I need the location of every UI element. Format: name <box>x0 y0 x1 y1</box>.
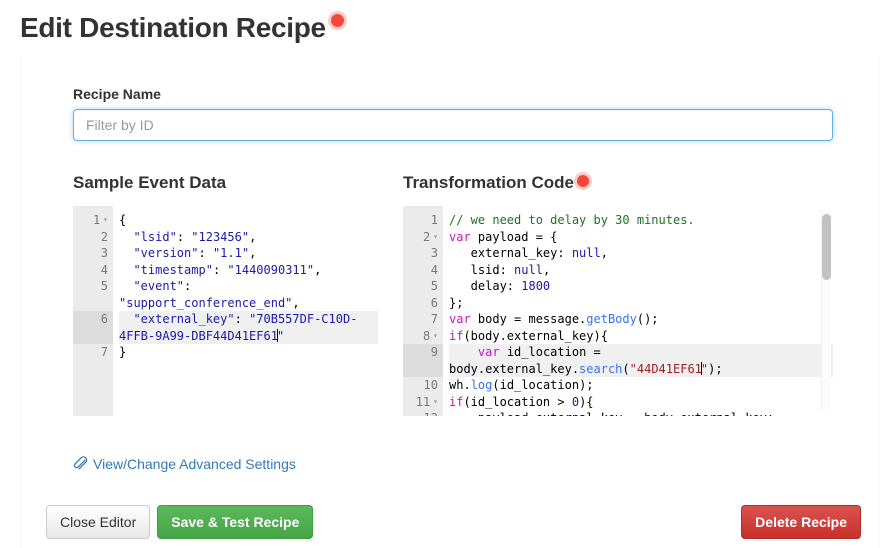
footer-right-buttons: Delete Recipe <box>741 505 861 539</box>
gutter-line-number[interactable]: 10 <box>403 377 443 394</box>
gutter-line-number[interactable]: 2 <box>403 229 443 246</box>
sample-event-gutter: 1 2 3 4 5 6 7 <box>73 206 113 416</box>
paperclip-icon <box>72 456 88 472</box>
code-line: external_key: null, <box>449 246 608 260</box>
gutter-line-number[interactable]: 11 <box>403 394 443 411</box>
code-line: lsid: null, <box>449 262 551 277</box>
code-line: payload.external_key = body.external_key… <box>449 410 833 416</box>
red-dot-icon <box>330 14 344 27</box>
gutter-line-number[interactable]: 1 <box>403 212 443 229</box>
advanced-settings-label: View/Change Advanced Settings <box>93 456 296 472</box>
code-line: { <box>119 213 127 227</box>
sample-event-data-section: Sample Event Data 1 2 3 4 5 6 7 { "lsid"… <box>73 173 378 416</box>
save-and-test-recipe-button[interactable]: Save & Test Recipe <box>157 505 314 539</box>
gutter-line-number[interactable]: 3 <box>403 245 443 262</box>
gutter-line-number[interactable]: 12 <box>403 410 443 416</box>
transformation-code-editor[interactable]: 1 2 3 4 5 6 7 8 9 10 11 12 // we need to… <box>403 206 833 416</box>
gutter-line-number[interactable]: 6 <box>403 295 443 312</box>
code-line: "lsid": "123456", <box>133 229 257 244</box>
sample-event-code-area[interactable]: { "lsid": "123456", "version": "1.1", "t… <box>113 206 378 416</box>
code-line: "event": "support_conference_end", <box>119 279 300 310</box>
gutter-line-number[interactable]: 7 <box>73 344 113 361</box>
transformation-code-area[interactable]: // we need to delay by 30 minutes. var p… <box>443 206 833 416</box>
code-line: // we need to delay by 30 minutes. <box>449 213 695 227</box>
code-line: delay: 1800 <box>449 279 551 293</box>
gutter-line-number[interactable]: 4 <box>403 262 443 279</box>
gutter-line-wrap <box>73 327 113 344</box>
code-line: }; <box>449 295 464 310</box>
gutter-line-number-active[interactable]: 6 <box>73 311 113 328</box>
red-dot-icon <box>576 175 589 187</box>
code-line: "timestamp": "1440090311", <box>133 262 322 277</box>
gutter-line-number[interactable]: 2 <box>73 229 113 246</box>
gutter-line-number[interactable]: 5 <box>403 278 443 295</box>
gutter-line-number-active[interactable]: 9 <box>403 344 443 361</box>
code-line: "version": "1.1", <box>133 246 257 260</box>
recipe-name-label: Recipe Name <box>73 86 161 102</box>
editor-scrollbar[interactable] <box>821 210 831 410</box>
gutter-line-number[interactable]: 3 <box>73 245 113 262</box>
gutter-line-wrap <box>73 295 113 312</box>
code-line: } <box>119 345 127 359</box>
transformation-code-title-text: Transformation Code <box>403 173 574 192</box>
recipe-name-input[interactable] <box>73 109 833 141</box>
code-line-active: "external_key": "70B557DF-C10D-4FFB-9A99… <box>119 311 378 344</box>
gutter-line-number[interactable]: 5 <box>73 278 113 295</box>
code-line: if(id_location > 0){ <box>449 394 594 409</box>
transformation-gutter: 1 2 3 4 5 6 7 8 9 10 11 12 <box>403 206 443 416</box>
code-line: if(body.external_key){ <box>449 328 608 343</box>
code-line: wh.log(id_location); <box>449 378 594 392</box>
gutter-line-number[interactable]: 1 <box>73 212 113 229</box>
sample-event-data-title-text: Sample Event Data <box>73 173 227 192</box>
transformation-code-title: Transformation Code <box>403 173 833 193</box>
sample-event-data-editor[interactable]: 1 2 3 4 5 6 7 { "lsid": "123456", "versi… <box>73 206 378 416</box>
gutter-line-number[interactable]: 8 <box>403 328 443 345</box>
code-line: var body = message.getBody(); <box>449 312 659 326</box>
editor-card: Recipe Name Sample Event Data 1 2 3 4 5 … <box>20 57 880 548</box>
editor-scrollbar-thumb[interactable] <box>822 214 831 280</box>
footer-left-buttons: Close Editor Save & Test Recipe <box>46 505 314 539</box>
gutter-line-wrap <box>403 360 443 377</box>
gutter-line-number[interactable]: 4 <box>73 262 113 279</box>
page-title: Edit Destination Recipe <box>20 12 326 43</box>
view-change-advanced-settings-link[interactable]: View/Change Advanced Settings <box>72 456 296 472</box>
transformation-code-section: Transformation Code 1 2 3 4 5 6 7 8 9 10… <box>403 173 833 416</box>
gutter-line-number[interactable]: 7 <box>403 311 443 328</box>
page-header: Edit Destination Recipe <box>20 10 344 46</box>
code-line-active: var id_location = body.external_key.sear… <box>449 344 833 377</box>
code-line: var payload = { <box>449 229 558 244</box>
sample-event-data-title: Sample Event Data <box>73 173 378 193</box>
close-editor-button[interactable]: Close Editor <box>46 505 151 539</box>
delete-recipe-button[interactable]: Delete Recipe <box>741 505 861 539</box>
